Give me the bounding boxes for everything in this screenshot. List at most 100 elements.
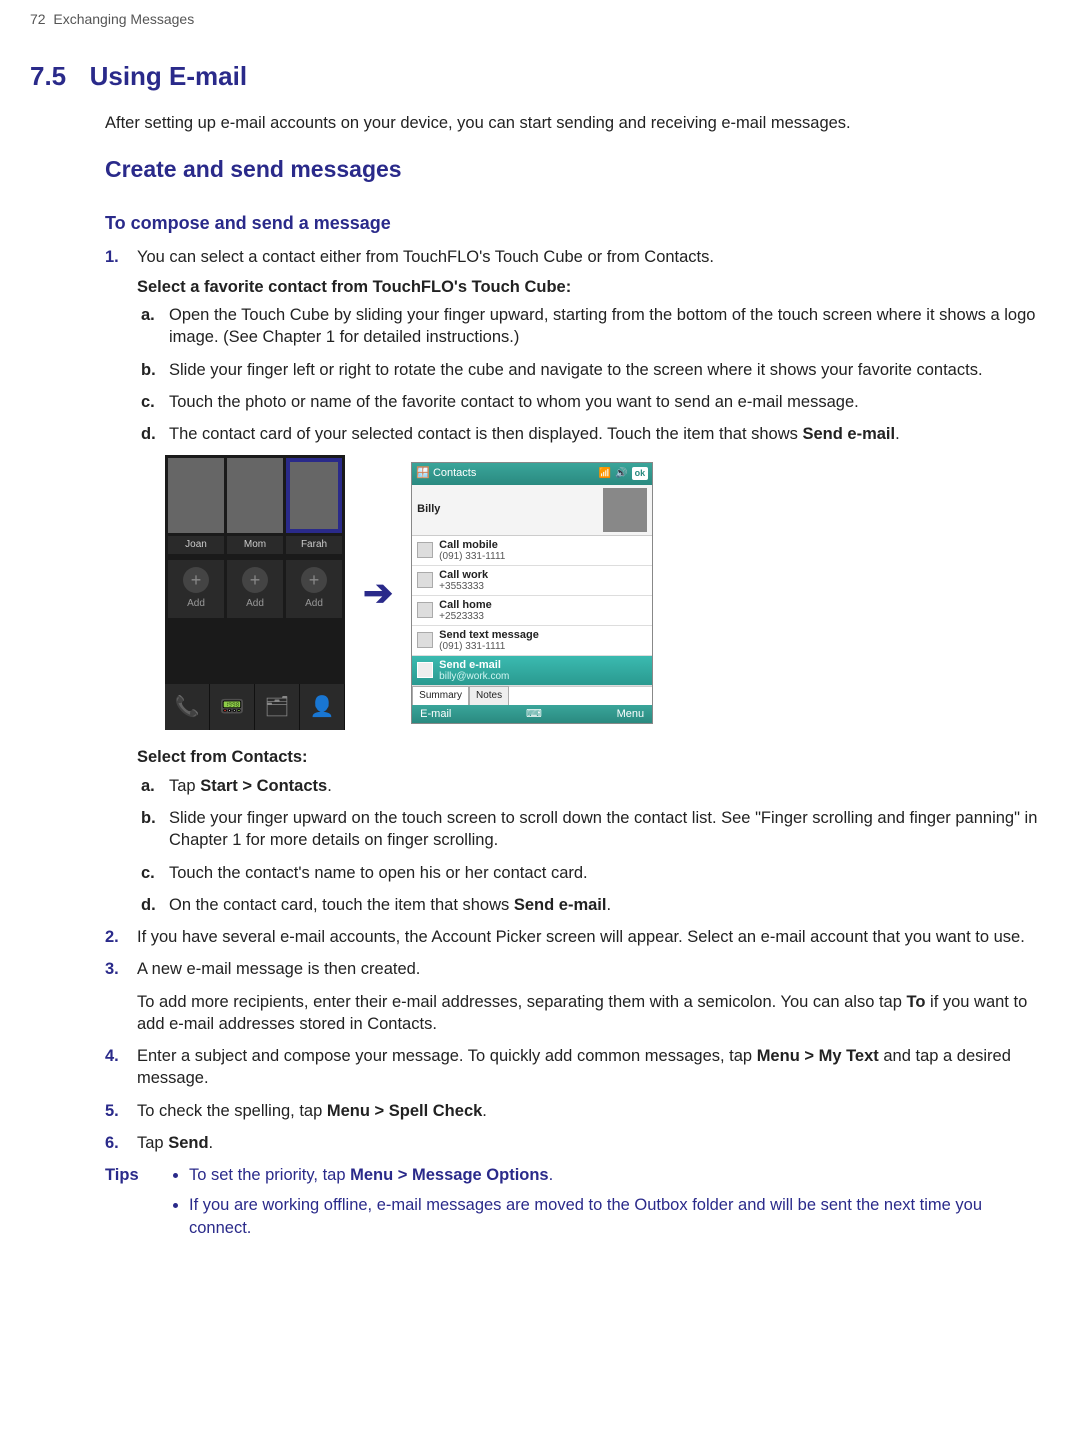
substep-letter: d.	[141, 894, 156, 916]
substep-a: a. Open the Touch Cube by sliding your f…	[141, 304, 1043, 349]
favorite-contact-photo[interactable]	[168, 458, 224, 533]
tab-notes[interactable]: Notes	[469, 686, 509, 705]
tip-item: To set the priority, tap Menu > Message …	[189, 1164, 1043, 1186]
add-favorite-button[interactable]: +Add	[168, 560, 224, 618]
keyboard-icon[interactable]: ⌨	[526, 707, 542, 722]
substep-letter: b.	[141, 359, 156, 381]
step-1: 1. You can select a contact either from …	[105, 246, 1043, 916]
substep-b: b. Slide your finger upward on the touch…	[141, 807, 1043, 852]
step-number: 1.	[105, 246, 119, 268]
plus-icon: +	[183, 567, 209, 593]
step-text: If you have several e-mail accounts, the…	[137, 928, 1025, 946]
phone-button[interactable]: 📞	[165, 684, 210, 730]
substep-letter: d.	[141, 423, 156, 445]
favorite-contact-name[interactable]: Joan	[168, 536, 224, 554]
phone-icon	[417, 602, 433, 618]
avatar	[603, 488, 647, 532]
substep-letter: c.	[141, 862, 155, 884]
step-6: 6. Tap Send.	[105, 1132, 1043, 1154]
subsection-heading: Create and send messages	[105, 154, 1043, 185]
step-number: 3.	[105, 958, 119, 980]
email-icon	[417, 662, 433, 678]
step-3: 3. A new e-mail message is then created.…	[105, 958, 1043, 1035]
step-number: 4.	[105, 1045, 119, 1067]
plus-icon: +	[301, 567, 327, 593]
tab-summary[interactable]: Summary	[412, 686, 469, 705]
step-text: Enter a subject and compose your message…	[137, 1047, 1011, 1087]
voicemail-button[interactable]: 📟	[210, 684, 255, 730]
call-mobile-item[interactable]: Call mobile(091) 331-1111	[412, 536, 652, 566]
step-text: To check the spelling, tap Menu > Spell …	[137, 1102, 487, 1120]
step-text: A new e-mail message is then created.	[137, 960, 420, 978]
substep-text: Tap Start > Contacts.	[169, 777, 332, 795]
message-icon	[417, 632, 433, 648]
signal-icon: 📶	[599, 467, 611, 481]
ok-button[interactable]: ok	[632, 467, 649, 481]
substep-text: Touch the photo or name of the favorite …	[169, 393, 859, 411]
substep-c: c. Touch the contact's name to open his …	[141, 862, 1043, 884]
section-title: Using E-mail	[90, 59, 247, 94]
volume-icon: 🔊	[615, 467, 627, 481]
page-header: 72 Exchanging Messages	[30, 10, 1043, 29]
step-2: 2. If you have several e-mail accounts, …	[105, 926, 1043, 948]
step-number: 6.	[105, 1132, 119, 1154]
favorite-contact-name[interactable]: Farah	[286, 536, 342, 554]
substep-text: Slide your finger left or right to rotat…	[169, 361, 983, 379]
intro-text: After setting up e-mail accounts on your…	[105, 112, 1043, 134]
substep-letter: c.	[141, 391, 155, 413]
section-heading: 7.5 Using E-mail	[30, 59, 1043, 94]
substep-d: d. On the contact card, touch the item t…	[141, 894, 1043, 916]
substep-letter: b.	[141, 807, 156, 829]
softkey-menu[interactable]: Menu	[617, 707, 645, 722]
substep-d: d. The contact card of your selected con…	[141, 423, 1043, 445]
plus-icon: +	[242, 567, 268, 593]
substep-letter: a.	[141, 775, 155, 797]
tips-block: Tips To set the priority, tap Menu > Mes…	[105, 1164, 1043, 1247]
substep-b: b. Slide your finger left or right to ro…	[141, 359, 1043, 381]
tip-item: If you are working offline, e-mail messa…	[189, 1194, 1043, 1239]
add-favorite-button[interactable]: +Add	[227, 560, 283, 618]
favorite-contact-name[interactable]: Mom	[227, 536, 283, 554]
substep-text: Touch the contact's name to open his or …	[169, 864, 588, 882]
substep-c: c. Touch the photo or name of the favori…	[141, 391, 1043, 413]
favorite-contact-photo-selected[interactable]	[286, 458, 342, 533]
step-text-2: To add more recipients, enter their e-ma…	[137, 993, 1027, 1033]
card-button[interactable]: 🗂	[255, 684, 300, 730]
substep-text: Open the Touch Cube by sliding your fing…	[169, 306, 1035, 346]
arrow-icon: ➔	[363, 569, 393, 618]
page-number: 72	[30, 11, 46, 27]
page-header-title: Exchanging Messages	[53, 11, 194, 27]
dismiss-button[interactable]: 👤	[300, 684, 345, 730]
subprocedure-a-title: Select a favorite contact from TouchFLO'…	[137, 276, 1043, 298]
start-icon[interactable]: 🪟	[416, 467, 430, 479]
step-text: You can select a contact either from Tou…	[137, 248, 714, 266]
phone-icon	[417, 572, 433, 588]
softkey-email[interactable]: E-mail	[420, 707, 451, 722]
contact-name-row: Billy	[412, 485, 652, 536]
send-email-item-selected[interactable]: Send e-mailbilly@work.com	[412, 656, 652, 686]
tips-label: Tips	[105, 1164, 151, 1247]
substep-text: Slide your finger upward on the touch sc…	[169, 809, 1037, 849]
step-number: 5.	[105, 1100, 119, 1122]
contacts-title: Contacts	[433, 467, 476, 479]
step-number: 2.	[105, 926, 119, 948]
procedure-heading: To compose and send a message	[105, 211, 1043, 235]
subprocedure-b-title: Select from Contacts:	[137, 746, 1043, 768]
call-work-item[interactable]: Call work+3553333	[412, 566, 652, 596]
substep-letter: a.	[141, 304, 155, 326]
favorite-contact-photo[interactable]	[227, 458, 283, 533]
call-home-item[interactable]: Call home+2523333	[412, 596, 652, 626]
contact-name: Billy	[417, 502, 440, 517]
substep-text: The contact card of your selected contac…	[169, 425, 900, 443]
substep-text: On the contact card, touch the item that…	[169, 896, 611, 914]
add-favorite-button[interactable]: +Add	[286, 560, 342, 618]
step-text: Tap Send.	[137, 1134, 213, 1152]
step-4: 4. Enter a subject and compose your mess…	[105, 1045, 1043, 1090]
send-text-item[interactable]: Send text message(091) 331-1111	[412, 626, 652, 656]
phone-icon	[417, 542, 433, 558]
section-number: 7.5	[30, 59, 85, 94]
contacts-titlebar: 🪟 Contacts 📶 🔊 ok	[412, 463, 652, 485]
touchcube-screenshot: Joan Mom Farah +Add +Add +Add 📞 📟	[165, 455, 345, 730]
step-5: 5. To check the spelling, tap Menu > Spe…	[105, 1100, 1043, 1122]
substep-a: a. Tap Start > Contacts.	[141, 775, 1043, 797]
